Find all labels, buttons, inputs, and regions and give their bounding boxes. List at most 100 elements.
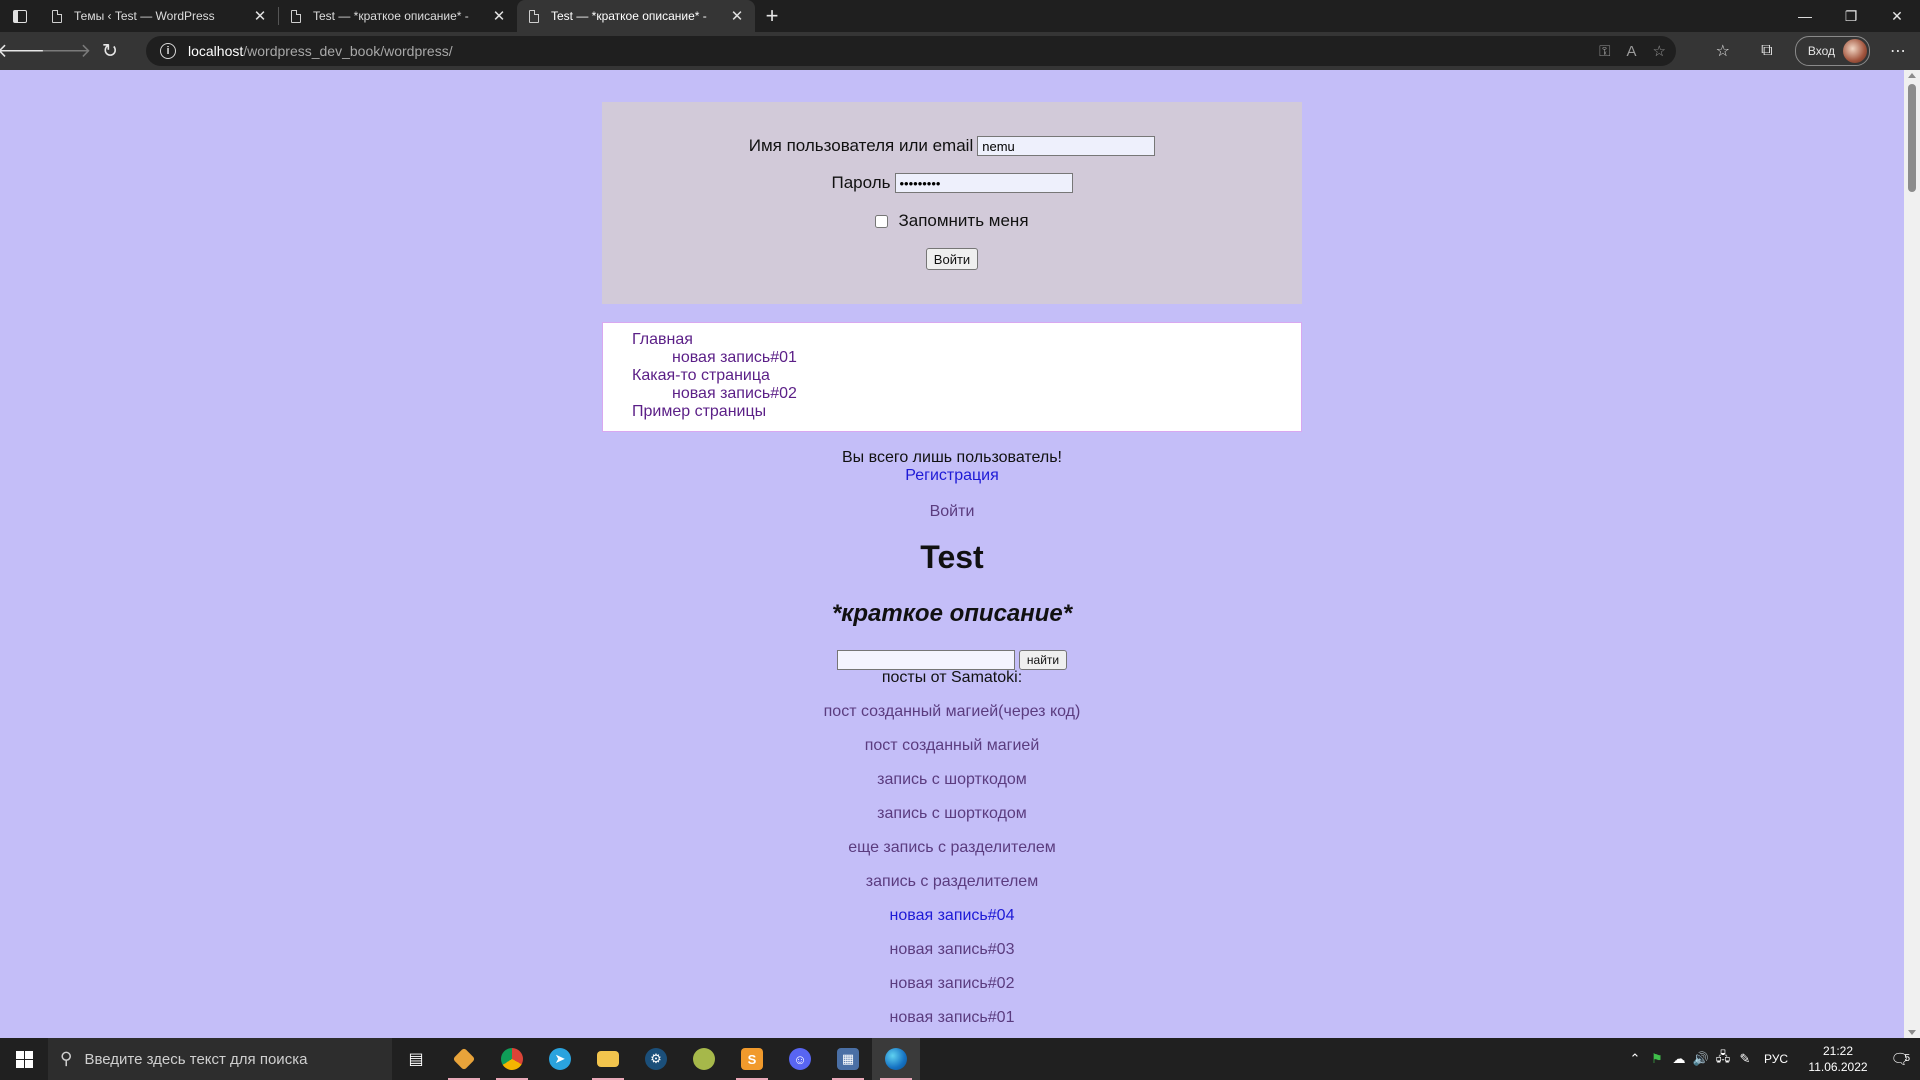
search-button[interactable]: найти bbox=[1018, 650, 1068, 670]
taskbar-app-steam[interactable]: ⚙ bbox=[632, 1038, 680, 1080]
search-icon: ⚲ bbox=[60, 1049, 73, 1068]
minimize-button[interactable]: — bbox=[1782, 0, 1828, 32]
language-indicator[interactable]: РУС bbox=[1756, 1052, 1796, 1066]
post-link[interactable]: пост созданный магией(через код) bbox=[824, 703, 1081, 720]
pen-icon[interactable]: ✎ bbox=[1734, 1051, 1756, 1067]
post-link[interactable]: новая запись#03 bbox=[890, 941, 1015, 958]
login-form: Имя пользователя или email Пароль Запомн… bbox=[602, 102, 1302, 304]
forward-button[interactable]: 🡒 bbox=[41, 32, 92, 70]
flag-icon[interactable]: ⚑ bbox=[1646, 1051, 1668, 1067]
post-link[interactable]: новая запись#02 bbox=[890, 975, 1015, 992]
tab-actions-icon bbox=[13, 9, 27, 23]
edge-icon bbox=[885, 1048, 907, 1070]
chrome-icon bbox=[501, 1048, 523, 1070]
url-host: localhost bbox=[188, 43, 244, 59]
calculator-icon: ▦ bbox=[837, 1048, 859, 1070]
start-button[interactable] bbox=[0, 1038, 48, 1080]
browser-toolbar: 🡐 🡒 ↻ i localhost/wordpress_dev_book/wor… bbox=[0, 32, 1920, 70]
chevron-up-icon[interactable]: ⌃ bbox=[1624, 1051, 1646, 1067]
post-item: новая запись#01 bbox=[0, 1009, 1904, 1027]
taskbar: ⚲ Введите здесь текст для поиска ▤ ➤ ⚙ S… bbox=[0, 1038, 1920, 1080]
menu-item-post-02[interactable]: новая запись#02 bbox=[672, 385, 797, 403]
post-link[interactable]: запись с шорткодом bbox=[877, 771, 1027, 788]
add-favorite-icon[interactable]: ☆ bbox=[1653, 42, 1666, 60]
profile-label: Вход bbox=[1807, 44, 1835, 58]
tab-themes[interactable]: Темы ‹ Test — WordPress ✕ bbox=[40, 0, 278, 32]
ball-icon bbox=[693, 1048, 715, 1070]
post-link[interactable]: запись с разделителем bbox=[866, 873, 1038, 890]
tab-test-2[interactable]: Test — *краткое описание* - ✕ bbox=[517, 0, 755, 32]
notification-button[interactable]: 🗨 5 bbox=[1880, 1050, 1920, 1068]
task-view-icon: ▤ bbox=[408, 1051, 424, 1068]
tab-test-1[interactable]: Test — *краткое описание* - ✕ bbox=[279, 0, 517, 32]
clock-date: 11.06.2022 bbox=[1808, 1060, 1868, 1074]
info-icon[interactable]: i bbox=[160, 43, 176, 59]
page-scrollbar[interactable] bbox=[1904, 70, 1920, 1038]
close-window-button[interactable]: ✕ bbox=[1874, 0, 1920, 32]
tab-actions-button[interactable] bbox=[0, 0, 40, 32]
taskbar-app-sublime[interactable]: S bbox=[728, 1038, 776, 1080]
post-item: пост созданный магией bbox=[0, 737, 1904, 755]
navigation-menu: Главная новая запись#01 Какая-то страниц… bbox=[602, 322, 1302, 432]
search-input[interactable] bbox=[836, 650, 1015, 670]
restore-button[interactable]: ❐ bbox=[1828, 0, 1874, 32]
windows-icon bbox=[15, 1050, 33, 1068]
menu-item-sample-page[interactable]: Пример страницы bbox=[632, 403, 766, 421]
taskbar-app-chrome[interactable] bbox=[488, 1038, 536, 1080]
remember-row: Запомнить меня bbox=[602, 211, 1302, 231]
volume-icon[interactable]: 🔊 bbox=[1690, 1051, 1712, 1067]
taskbar-search-placeholder: Введите здесь текст для поиска bbox=[84, 1050, 308, 1068]
post-link[interactable]: пост созданный магией bbox=[865, 737, 1040, 754]
menu-item-some-page[interactable]: Какая-то страница bbox=[632, 367, 770, 385]
menu-item-home[interactable]: Главная bbox=[632, 331, 693, 349]
taskbar-app-edge[interactable] bbox=[872, 1038, 920, 1080]
password-field[interactable] bbox=[894, 173, 1073, 193]
profile-button[interactable]: Вход bbox=[1794, 36, 1870, 66]
post-item: новая запись#03 bbox=[0, 941, 1904, 959]
username-field[interactable] bbox=[977, 136, 1156, 156]
login-link[interactable]: Войти bbox=[930, 503, 975, 520]
remember-checkbox[interactable] bbox=[875, 214, 889, 228]
post-link[interactable]: запись с шорткодом bbox=[877, 805, 1027, 822]
site-title: Test bbox=[920, 539, 984, 575]
menu-item-post-01[interactable]: новая запись#01 bbox=[672, 349, 797, 367]
post-link[interactable]: новая запись#04 bbox=[890, 907, 1015, 924]
taskbar-app-telegram[interactable]: ➤ bbox=[536, 1038, 584, 1080]
close-icon[interactable]: ✕ bbox=[491, 7, 507, 25]
taskbar-app-explorer[interactable] bbox=[584, 1038, 632, 1080]
tab-strip: Темы ‹ Test — WordPress ✕ Test — *кратко… bbox=[0, 0, 1920, 32]
notification-count: 5 bbox=[1904, 1053, 1910, 1064]
close-icon[interactable]: ✕ bbox=[729, 7, 745, 25]
collections-icon[interactable]: ⧉ bbox=[1745, 42, 1789, 60]
register-link[interactable]: Регистрация bbox=[905, 467, 999, 484]
more-icon[interactable]: ⋯ bbox=[1876, 41, 1920, 61]
address-bar[interactable]: i localhost/wordpress_dev_book/wordpress… bbox=[146, 36, 1676, 66]
posts-heading: посты от Samatoki: bbox=[881, 669, 1023, 686]
new-tab-button[interactable]: + bbox=[755, 0, 789, 32]
taskbar-app-game[interactable] bbox=[680, 1038, 728, 1080]
taskbar-app-calculator[interactable]: ▦ bbox=[824, 1038, 872, 1080]
back-button[interactable]: 🡐 bbox=[0, 32, 47, 70]
reload-button[interactable]: ↻ bbox=[88, 32, 132, 70]
key-icon[interactable]: ⚿ bbox=[1599, 43, 1610, 60]
scrollbar-thumb[interactable] bbox=[1908, 84, 1916, 192]
read-aloud-icon[interactable]: A bbox=[1627, 43, 1637, 60]
page-icon bbox=[52, 9, 62, 23]
scroll-down-icon[interactable] bbox=[1908, 1030, 1916, 1035]
post-link[interactable]: новая запись#01 bbox=[890, 1009, 1015, 1026]
close-icon[interactable]: ✕ bbox=[252, 7, 268, 25]
login-submit-button[interactable]: Войти bbox=[925, 248, 979, 270]
post-item: пост созданный магией(через код) bbox=[0, 703, 1904, 721]
task-view-button[interactable]: ▤ bbox=[392, 1038, 440, 1080]
post-link[interactable]: еще запись с разделителем bbox=[848, 839, 1056, 856]
clock-time: 21:22 bbox=[1822, 1044, 1854, 1058]
cloud-icon[interactable]: ☁ bbox=[1668, 1051, 1690, 1067]
scroll-up-icon[interactable] bbox=[1908, 73, 1916, 78]
taskbar-search[interactable]: ⚲ Введите здесь текст для поиска bbox=[48, 1038, 392, 1080]
favorites-icon[interactable]: ☆ bbox=[1701, 41, 1745, 61]
network-icon[interactable]: 🖧 bbox=[1712, 1048, 1734, 1070]
taskbar-app-discord[interactable]: ☺ bbox=[776, 1038, 824, 1080]
taskbar-app-git[interactable] bbox=[440, 1038, 488, 1080]
clock[interactable]: 21:22 11.06.2022 bbox=[1796, 1043, 1880, 1075]
folder-icon bbox=[597, 1051, 619, 1067]
